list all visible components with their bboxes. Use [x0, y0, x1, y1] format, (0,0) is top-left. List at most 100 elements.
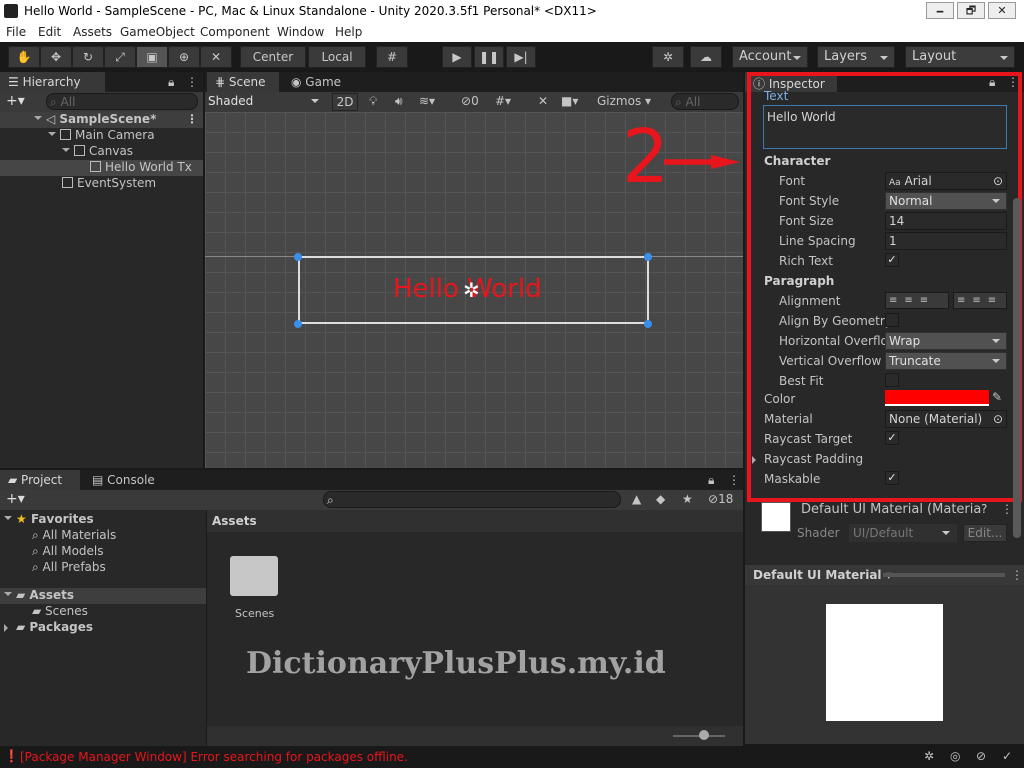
- 2d-toggle[interactable]: 2D: [332, 93, 358, 111]
- menu-gameobject[interactable]: GameObject: [120, 25, 195, 39]
- rotate-tool-icon[interactable]: ↻: [72, 46, 104, 68]
- layout-dropdown[interactable]: Layout: [905, 46, 1015, 68]
- add-icon[interactable]: +▾: [6, 491, 25, 507]
- shader-edit-button[interactable]: Edit...: [963, 524, 1007, 542]
- progress-icon[interactable]: ⊘: [976, 749, 986, 763]
- favorite-item[interactable]: ⌕ All Materials: [32, 528, 116, 544]
- close-button[interactable]: ✕: [988, 2, 1016, 19]
- watermark: DictionaryPlusPlus.my.id: [246, 646, 666, 681]
- zoom-slider-handle[interactable]: [699, 730, 709, 740]
- expand-icon[interactable]: [62, 148, 70, 156]
- favorite-star-icon[interactable]: ★: [682, 492, 693, 506]
- lock-icon[interactable]: 🔒︎: [168, 75, 174, 90]
- hierarchy-item-eventsystem[interactable]: EventSystem: [62, 176, 156, 192]
- menu-help[interactable]: Help: [335, 25, 362, 39]
- layers-dropdown[interactable]: Layers: [817, 46, 895, 68]
- favorites-row[interactable]: ★ Favorites: [4, 512, 94, 528]
- play-button[interactable]: ▶: [442, 46, 472, 68]
- custom-tool-icon[interactable]: ✕: [200, 46, 232, 68]
- check-icon[interactable]: ✓: [1002, 749, 1012, 763]
- hierarchy-item-canvas[interactable]: Canvas: [62, 144, 133, 160]
- rect-handle[interactable]: [644, 320, 652, 328]
- filter-type-icon[interactable]: ▲: [632, 492, 641, 506]
- camera-icon[interactable]: ■▾: [561, 94, 578, 108]
- transform-tool-icon[interactable]: ⊕: [168, 46, 200, 68]
- preview-header: Default UI Material ▾ ⋮: [745, 565, 1024, 585]
- scene-row[interactable]: ◁ SampleScene* ⋮: [0, 112, 203, 128]
- lock-icon[interactable]: 🔒︎: [708, 473, 714, 488]
- hidden-packages-icon[interactable]: ⊘18: [708, 492, 733, 506]
- preview-title[interactable]: Default UI Material ▾: [753, 568, 892, 582]
- menu-component[interactable]: Component: [200, 25, 270, 39]
- visibility-icon[interactable]: ⊘0: [461, 94, 479, 108]
- more-icon[interactable]: ⋮: [728, 473, 740, 487]
- maximize-button[interactable]: 🗗: [957, 2, 985, 19]
- more-icon[interactable]: ⋮: [186, 75, 198, 89]
- tab-hierarchy[interactable]: ☰ Hierarchy: [0, 72, 105, 92]
- collab-icon[interactable]: ✲: [652, 46, 684, 68]
- packages-folder-row[interactable]: ▰ Packages: [4, 620, 93, 636]
- favorite-label: All Models: [42, 544, 104, 558]
- menu-file[interactable]: File: [6, 25, 26, 39]
- scene-search-input[interactable]: ⌕ All: [671, 93, 739, 110]
- hand-tool-icon[interactable]: ✋: [8, 46, 40, 68]
- scale-tool-icon[interactable]: ⤢: [104, 46, 136, 68]
- tab-project[interactable]: ▰ Project: [0, 470, 80, 490]
- scene-more-icon[interactable]: ⋮: [186, 112, 198, 126]
- tab-game[interactable]: ◉ Game: [283, 72, 353, 92]
- expand-icon[interactable]: [34, 116, 42, 124]
- component-menu-icon[interactable]: ⋮: [1001, 502, 1013, 516]
- gizmos-dropdown[interactable]: Gizmos ▾: [597, 94, 651, 108]
- grid-icon[interactable]: #▾: [495, 94, 511, 108]
- pivot-local-button[interactable]: Local: [308, 46, 366, 68]
- rect-handle[interactable]: [644, 253, 652, 261]
- menu-window[interactable]: Window: [277, 25, 324, 39]
- expand-icon[interactable]: [4, 624, 12, 632]
- help-icon[interactable]: ?: [981, 502, 987, 516]
- expand-icon[interactable]: [4, 592, 12, 600]
- hierarchy-item-main-camera[interactable]: Main Camera: [48, 128, 155, 144]
- menu-assets[interactable]: Assets: [73, 25, 112, 39]
- rect-tool-icon[interactable]: ▣: [136, 46, 168, 68]
- preview-more-icon[interactable]: ⋮: [1011, 568, 1023, 582]
- favorite-item[interactable]: ⌕ All Models: [32, 544, 104, 560]
- hierarchy-item-hello-world[interactable]: Hello World Tx: [0, 160, 203, 176]
- favorite-item[interactable]: ⌕ All Prefabs: [32, 560, 106, 576]
- audio-icon[interactable]: 🔊︎: [395, 94, 403, 109]
- project-search-input[interactable]: ⌕: [323, 491, 621, 508]
- status-message[interactable]: [Package Manager Window] Error searching…: [20, 750, 408, 764]
- pause-button[interactable]: ❚❚: [474, 46, 504, 68]
- preview-splitter[interactable]: [883, 573, 1005, 577]
- effects-icon[interactable]: ≋▾: [419, 94, 435, 108]
- expand-icon[interactable]: [4, 516, 12, 524]
- rect-handle[interactable]: [294, 320, 302, 328]
- pivot-icon[interactable]: ✲: [463, 278, 480, 302]
- scenes-folder-icon[interactable]: [230, 556, 278, 596]
- grid-snap-icon[interactable]: #: [376, 46, 408, 68]
- account-dropdown[interactable]: Account: [732, 46, 808, 68]
- pivot-center-button[interactable]: Center: [240, 46, 306, 68]
- cloud-icon[interactable]: ☁: [690, 46, 722, 68]
- shading-dropdown[interactable]: Shaded: [205, 93, 325, 111]
- expand-icon[interactable]: [48, 132, 56, 140]
- assets-folder-row[interactable]: ▰ Assets: [0, 588, 206, 604]
- minimize-button[interactable]: 🗕: [926, 2, 954, 19]
- menu-edit[interactable]: Edit: [38, 25, 61, 39]
- scenes-folder-row[interactable]: ▰ Scenes: [32, 604, 88, 620]
- step-button[interactable]: ▶|: [506, 46, 536, 68]
- rect-handle[interactable]: [294, 253, 302, 261]
- breadcrumb[interactable]: Assets: [212, 514, 257, 528]
- add-icon[interactable]: +▾: [6, 93, 25, 109]
- move-tool-icon[interactable]: ✥: [40, 46, 72, 68]
- cache-icon[interactable]: ◎: [950, 749, 960, 763]
- lighting-icon[interactable]: 💡︎: [369, 94, 377, 109]
- label-icon[interactable]: ◆: [656, 492, 665, 506]
- hierarchy-search-input[interactable]: ⌕ All: [46, 93, 198, 110]
- project-tabstrip: ▰ Project ▤ Console 🔒︎ ⋮: [0, 470, 743, 490]
- debug-icon[interactable]: ✲: [924, 749, 934, 763]
- inspector-scrollbar[interactable]: [1013, 198, 1021, 538]
- tab-console[interactable]: ▤ Console: [84, 470, 164, 490]
- shader-dropdown[interactable]: UI/Default: [849, 524, 957, 542]
- tab-scene[interactable]: ⋕ Scene: [207, 72, 279, 92]
- tools-icon[interactable]: ✕: [538, 94, 548, 108]
